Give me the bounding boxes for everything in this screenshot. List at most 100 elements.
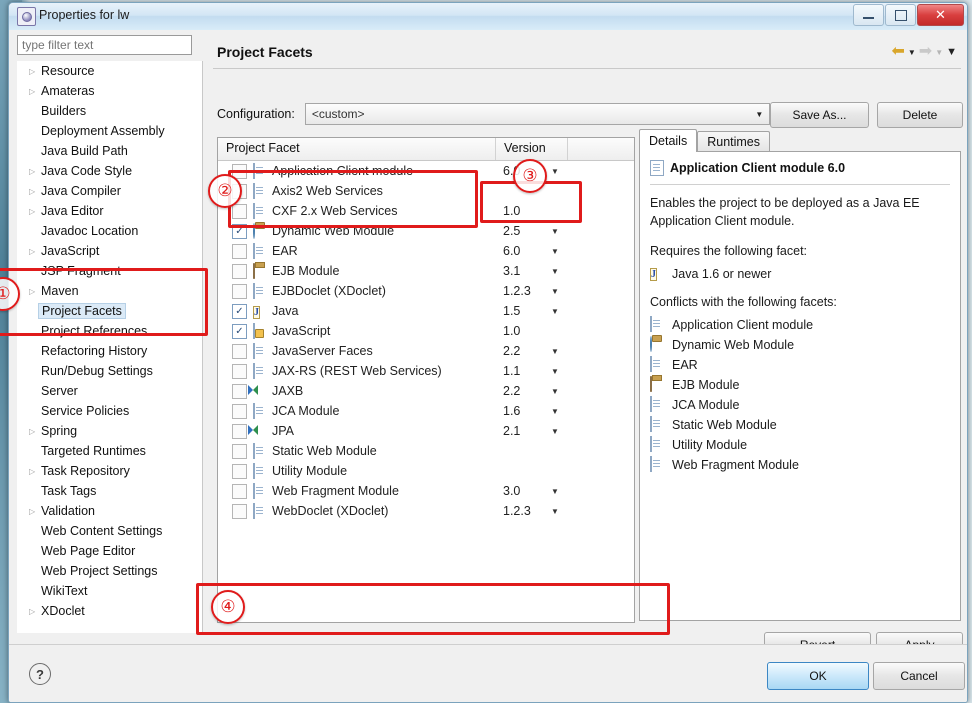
table-row[interactable]: ✓ Dynamic Web Module: [218, 221, 634, 241]
configuration-select[interactable]: <custom> ▼: [304, 103, 770, 125]
chevron-right-icon[interactable]: ▷: [29, 207, 41, 216]
table-row[interactable]: EAR: [218, 241, 634, 261]
table-row[interactable]: ▷Axis2 Web Services: [218, 181, 634, 201]
sidebar-item-javascript[interactable]: ▷ JavaScript: [17, 241, 202, 261]
minimize-button[interactable]: [853, 4, 884, 26]
chevron-right-icon[interactable]: ▷: [29, 187, 41, 196]
back-menu-chevron-icon[interactable]: ▼: [908, 48, 916, 57]
chevron-right-icon[interactable]: ▷: [29, 607, 41, 616]
facet-checkbox[interactable]: ✓: [232, 223, 247, 239]
version-chevron-down-icon[interactable]: ▼: [551, 507, 559, 516]
table-row[interactable]: CXF 2.x Web Services: [218, 201, 634, 221]
facet-checkbox[interactable]: [232, 363, 247, 379]
version-chevron-down-icon[interactable]: ▼: [551, 347, 559, 356]
version-chevron-down-icon[interactable]: ▼: [551, 407, 559, 416]
version-chevron-down-icon[interactable]: ▼: [551, 227, 559, 236]
settings-tree[interactable]: ▷ Resource ▷ Amateras Builders Deployment Ass…: [17, 61, 203, 633]
sidebar-item-validation[interactable]: ▷ Validation: [17, 501, 202, 521]
sidebar-item-project-references[interactable]: Project References: [17, 321, 202, 341]
details-tabs[interactable]: Details Runtimes: [639, 129, 961, 152]
sidebar-item-targeted-runtimes[interactable]: Targeted Runtimes: [17, 441, 202, 461]
filter-input[interactable]: [17, 35, 192, 55]
sidebar-item-wikitext[interactable]: WikiText: [17, 581, 202, 601]
sidebar-item-spring[interactable]: ▷ Spring: [17, 421, 202, 441]
table-row[interactable]: EJB Module: [218, 261, 634, 281]
sidebar-item-task-tags[interactable]: Task Tags: [17, 481, 202, 501]
table-row[interactable]: Application Client module: [218, 161, 634, 181]
table-row[interactable]: JAXB: [218, 381, 634, 401]
table-row[interactable]: JAX-RS (REST Web Services): [218, 361, 634, 381]
facet-checkbox[interactable]: [232, 463, 247, 479]
version-chevron-down-icon[interactable]: ▼: [551, 267, 559, 276]
delete-button[interactable]: Delete: [877, 102, 963, 128]
chevron-down-icon[interactable]: ▼: [750, 104, 769, 124]
close-button[interactable]: ✕: [917, 4, 964, 26]
facet-checkbox[interactable]: [232, 423, 247, 439]
sidebar-item-amateras[interactable]: ▷ Amateras: [17, 81, 202, 101]
version-chevron-down-icon[interactable]: ▼: [551, 307, 559, 316]
chevron-right-icon[interactable]: ▷: [29, 427, 41, 436]
sidebar-item-jsp-fragment[interactable]: JSP Fragment: [17, 261, 202, 281]
back-arrow-icon[interactable]: ⬅: [891, 44, 904, 60]
table-row[interactable]: Static Web Module: [218, 441, 634, 461]
facet-checkbox[interactable]: [232, 203, 247, 219]
cancel-button[interactable]: Cancel: [873, 662, 965, 690]
sidebar-item-builders[interactable]: Builders: [17, 101, 202, 121]
version-chevron-down-icon[interactable]: ▼: [551, 387, 559, 396]
save-as-button[interactable]: Save As...: [770, 102, 869, 128]
sidebar-item-run-debug-settings[interactable]: Run/Debug Settings: [17, 361, 202, 381]
table-row[interactable]: Web Fragment Module: [218, 481, 634, 501]
chevron-right-icon[interactable]: ▷: [29, 247, 41, 256]
sidebar-item-javadoc-location[interactable]: Javadoc Location: [17, 221, 202, 241]
facet-checkbox[interactable]: ✓: [232, 303, 247, 319]
facet-checkbox[interactable]: [232, 343, 247, 359]
sidebar-item-web-content-settings[interactable]: Web Content Settings: [17, 521, 202, 541]
help-icon[interactable]: ?: [29, 663, 51, 685]
table-row[interactable]: Utility Module: [218, 461, 634, 481]
facet-checkbox[interactable]: [232, 383, 247, 399]
tab-details[interactable]: Details: [639, 129, 698, 152]
facet-checkbox[interactable]: [232, 263, 247, 279]
facet-checkbox[interactable]: [232, 243, 247, 259]
sidebar-item-deployment-assembly[interactable]: Deployment Assembly: [17, 121, 202, 141]
table-row[interactable]: EJBDoclet (XDoclet): [218, 281, 634, 301]
facet-checkbox[interactable]: ✓: [232, 323, 247, 339]
version-chevron-down-icon[interactable]: ▼: [551, 427, 559, 436]
facet-table[interactable]: Project Facet Version Application Client…: [217, 137, 635, 623]
sidebar-item-xdoclet[interactable]: ▷ XDoclet: [17, 601, 202, 621]
chevron-right-icon[interactable]: ▷: [29, 467, 41, 476]
table-row[interactable]: ✓ J Java: [218, 301, 634, 321]
sidebar-item-task-repository[interactable]: ▷ Task Repository: [17, 461, 202, 481]
chevron-right-icon[interactable]: ▷: [29, 87, 41, 96]
facet-checkbox[interactable]: [232, 443, 247, 459]
version-chevron-down-icon[interactable]: ▼: [551, 367, 559, 376]
table-row[interactable]: JPA: [218, 421, 634, 441]
sidebar-item-refactoring-history[interactable]: Refactoring History: [17, 341, 202, 361]
sidebar-item-java-build-path[interactable]: Java Build Path: [17, 141, 202, 161]
facet-checkbox[interactable]: [232, 283, 247, 299]
forward-menu-chevron-icon[interactable]: ▼: [935, 48, 943, 57]
table-row[interactable]: JavaServer Faces: [218, 341, 634, 361]
sidebar-item-server[interactable]: Server: [17, 381, 202, 401]
facet-checkbox[interactable]: [232, 503, 247, 519]
sidebar-item-service-policies[interactable]: Service Policies: [17, 401, 202, 421]
sidebar-item-maven[interactable]: ▷ Maven: [17, 281, 202, 301]
sidebar-item-java-editor[interactable]: ▷ Java Editor: [17, 201, 202, 221]
chevron-right-icon[interactable]: ▷: [29, 167, 41, 176]
version-chevron-down-icon[interactable]: ▼: [551, 167, 559, 176]
table-row[interactable]: ✓ JavaScript: [218, 321, 634, 341]
sidebar-item-project-facets[interactable]: Project Facets: [17, 301, 202, 321]
table-row[interactable]: JCA Module: [218, 401, 634, 421]
chevron-right-icon[interactable]: ▷: [29, 507, 41, 516]
sidebar-item-java-code-style[interactable]: ▷ Java Code Style: [17, 161, 202, 181]
ok-button[interactable]: OK: [767, 662, 869, 690]
view-menu-chevron-icon[interactable]: ▼: [946, 46, 957, 58]
sidebar-item-web-page-editor[interactable]: Web Page Editor: [17, 541, 202, 561]
sidebar-item-web-project-settings[interactable]: Web Project Settings: [17, 561, 202, 581]
version-chevron-down-icon[interactable]: ▼: [551, 287, 559, 296]
chevron-right-icon[interactable]: ▷: [29, 287, 41, 296]
facet-checkbox[interactable]: [232, 403, 247, 419]
table-row[interactable]: WebDoclet (XDoclet): [218, 501, 634, 521]
facet-checkbox[interactable]: [232, 483, 247, 499]
sidebar-item-resource[interactable]: ▷ Resource: [17, 61, 202, 81]
